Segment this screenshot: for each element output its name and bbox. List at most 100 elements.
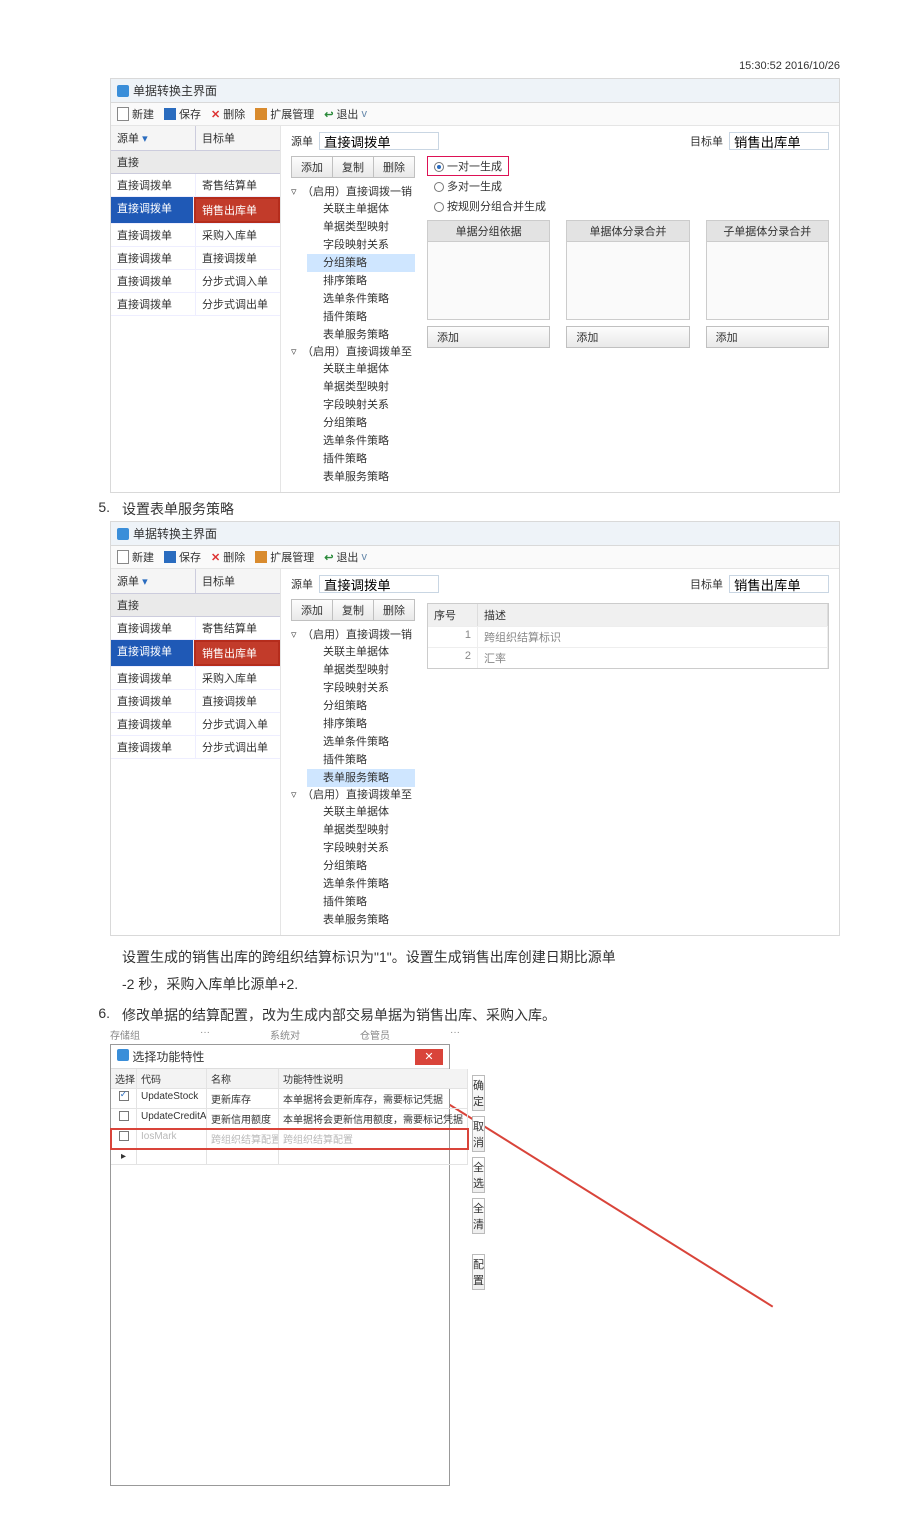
btn-cancel[interactable]: 取消 <box>472 1116 485 1152</box>
col-name[interactable]: 名称 <box>207 1069 279 1089</box>
tree-leaf[interactable]: 插件策略 <box>307 751 415 769</box>
tree-leaf[interactable]: 表单服务策略 <box>307 911 415 929</box>
grid-cell[interactable]: 直接调拨单 <box>111 197 194 223</box>
checkbox[interactable] <box>119 1091 129 1101</box>
tree-leaf[interactable]: 选单条件策略 <box>307 290 415 308</box>
tree-leaf[interactable]: 字段映射关系 <box>307 839 415 857</box>
col-src[interactable]: 源单 ▾ <box>111 126 196 150</box>
tree-leaf[interactable]: 关联主单据体 <box>307 643 415 661</box>
grid-cell[interactable]: 直接调拨单 <box>111 293 196 315</box>
tb-new[interactable]: 新建 <box>117 106 154 122</box>
tree-leaf[interactable]: 选单条件策略 <box>307 733 415 751</box>
grid-cell[interactable]: 直接调拨单 <box>111 667 196 689</box>
grid-group-direct[interactable]: 直接 <box>111 594 280 617</box>
tb-ext[interactable]: 扩展管理 <box>255 106 314 122</box>
grid-cell[interactable]: 直接调拨单 <box>111 247 196 269</box>
tree-expand-icon[interactable]: ▿ <box>291 184 299 200</box>
grid-cell[interactable]: UpdateStock <box>137 1089 207 1109</box>
grid-group-direct[interactable]: 直接 <box>111 151 280 174</box>
grid-cell[interactable]: 分步式调入单 <box>196 270 280 292</box>
grid-cell[interactable]: UpdateCreditA... <box>137 1109 207 1129</box>
tree-leaf[interactable]: 表单服务策略 <box>307 468 415 486</box>
grid-cell[interactable]: 直接调拨单 <box>196 690 280 712</box>
tree-leaf[interactable]: 单据类型映射 <box>307 661 415 679</box>
col-dst[interactable]: 目标单 <box>196 126 280 150</box>
grid-cell[interactable]: 分步式调出单 <box>196 736 280 758</box>
col-select[interactable]: 选择 <box>111 1069 137 1089</box>
tree-group[interactable]: （启用）直接调拨一销 <box>302 627 412 643</box>
grid-cell[interactable]: 跨组织结算标识 <box>478 626 828 647</box>
listbox[interactable] <box>427 242 550 320</box>
tree-leaf[interactable]: 单据类型映射 <box>307 218 415 236</box>
close-icon[interactable]: ✕ <box>415 1049 443 1065</box>
tree-leaf[interactable]: 插件策略 <box>307 308 415 326</box>
grid-cell[interactable]: 销售出库单 <box>194 640 280 666</box>
grid-cell[interactable]: 直接调拨单 <box>111 713 196 735</box>
btn-add-col2[interactable]: 添加 <box>566 326 689 348</box>
tree-expand-icon[interactable]: ▿ <box>291 787 299 803</box>
tree-leaf[interactable]: 选单条件策略 <box>307 432 415 450</box>
tree-leaf[interactable]: 分组策略 <box>307 857 415 875</box>
tb-save[interactable]: 保存 <box>164 106 201 122</box>
btn-del[interactable]: 删除 <box>374 156 415 178</box>
tree-leaf[interactable]: 字段映射关系 <box>307 236 415 254</box>
grid-cell[interactable]: 采购入库单 <box>196 224 280 246</box>
tb-exit[interactable]: ↩退出 v <box>324 549 367 565</box>
listbox[interactable] <box>706 242 829 320</box>
tb-del[interactable]: ✕删除 <box>211 549 245 565</box>
btn-select-none[interactable]: 全清 <box>472 1198 485 1234</box>
grid-cell[interactable]: 直接调拨单 <box>111 174 196 196</box>
tree-expand-icon[interactable]: ▿ <box>291 627 299 643</box>
tree-leaf[interactable]: 单据类型映射 <box>307 821 415 839</box>
tree-leaf[interactable]: 分组策略 <box>307 414 415 432</box>
tb-save[interactable]: 保存 <box>164 549 201 565</box>
grid-cell[interactable]: 更新库存 <box>207 1089 279 1109</box>
tree-leaf[interactable]: 关联主单据体 <box>307 360 415 378</box>
tree-leaf[interactable]: 字段映射关系 <box>307 396 415 414</box>
col-desc[interactable]: 描述 <box>478 604 828 626</box>
btn-add[interactable]: 添加 <box>291 156 333 178</box>
btn-copy[interactable]: 复制 <box>333 599 374 621</box>
checkbox[interactable] <box>119 1131 129 1141</box>
input-dst[interactable] <box>729 575 829 593</box>
col-desc[interactable]: 功能特性说明 <box>279 1069 468 1089</box>
tb-ext[interactable]: 扩展管理 <box>255 549 314 565</box>
tree-leaf[interactable]: 插件策略 <box>307 893 415 911</box>
listbox[interactable] <box>566 242 689 320</box>
grid-cell[interactable]: IosMark <box>137 1129 207 1149</box>
grid-cell[interactable]: 本单据将会更新库存，需要标记凭据 <box>279 1089 468 1109</box>
tree-leaf[interactable]: 排序策略 <box>307 715 415 733</box>
tree-expand-icon[interactable]: ▿ <box>291 344 299 360</box>
grid-cell[interactable]: 跨组织结算配置 <box>279 1129 468 1149</box>
tb-del[interactable]: ✕删除 <box>211 106 245 122</box>
tree-leaf[interactable]: 排序策略 <box>307 272 415 290</box>
tree-leaf[interactable]: 关联主单据体 <box>307 200 415 218</box>
col-index[interactable]: 序号 <box>428 604 478 626</box>
tree-group[interactable]: （启用）直接调拨单至 <box>302 344 412 360</box>
tb-exit[interactable]: ↩退出 v <box>324 106 367 122</box>
tree-leaf[interactable]: 插件策略 <box>307 450 415 468</box>
input-dst[interactable] <box>729 132 829 150</box>
grid-cell[interactable]: 2 <box>428 647 478 668</box>
input-src[interactable] <box>319 132 439 150</box>
grid-cell[interactable]: 直接调拨单 <box>196 247 280 269</box>
btn-add-col1[interactable]: 添加 <box>427 326 550 348</box>
grid-cell[interactable]: 汇率 <box>478 647 828 668</box>
btn-copy[interactable]: 复制 <box>333 156 374 178</box>
grid-cell[interactable]: 1 <box>428 626 478 647</box>
grid-cell[interactable]: 更新信用额度 <box>207 1109 279 1129</box>
btn-select-all[interactable]: 全选 <box>472 1157 485 1193</box>
grid-cell[interactable]: 本单据将会更新信用额度，需要标记凭据 <box>279 1109 468 1129</box>
btn-add-col3[interactable]: 添加 <box>706 326 829 348</box>
grid-cell[interactable]: 直接调拨单 <box>111 617 196 639</box>
tree-leaf[interactable]: 字段映射关系 <box>307 679 415 697</box>
tree-leaf[interactable]: 单据类型映射 <box>307 378 415 396</box>
radio-many-one[interactable]: 多对一生成 <box>427 176 509 196</box>
tree-leaf-form-service[interactable]: 表单服务策略 <box>307 769 415 787</box>
radio-group[interactable]: 按规则分组合并生成 <box>427 196 553 216</box>
grid-cell[interactable]: 直接调拨单 <box>111 224 196 246</box>
grid-cell[interactable]: 直接调拨单 <box>111 270 196 292</box>
radio-one-one[interactable]: 一对一生成 <box>427 156 509 176</box>
tb-new[interactable]: 新建 <box>117 549 154 565</box>
col-code[interactable]: 代码 <box>137 1069 207 1089</box>
